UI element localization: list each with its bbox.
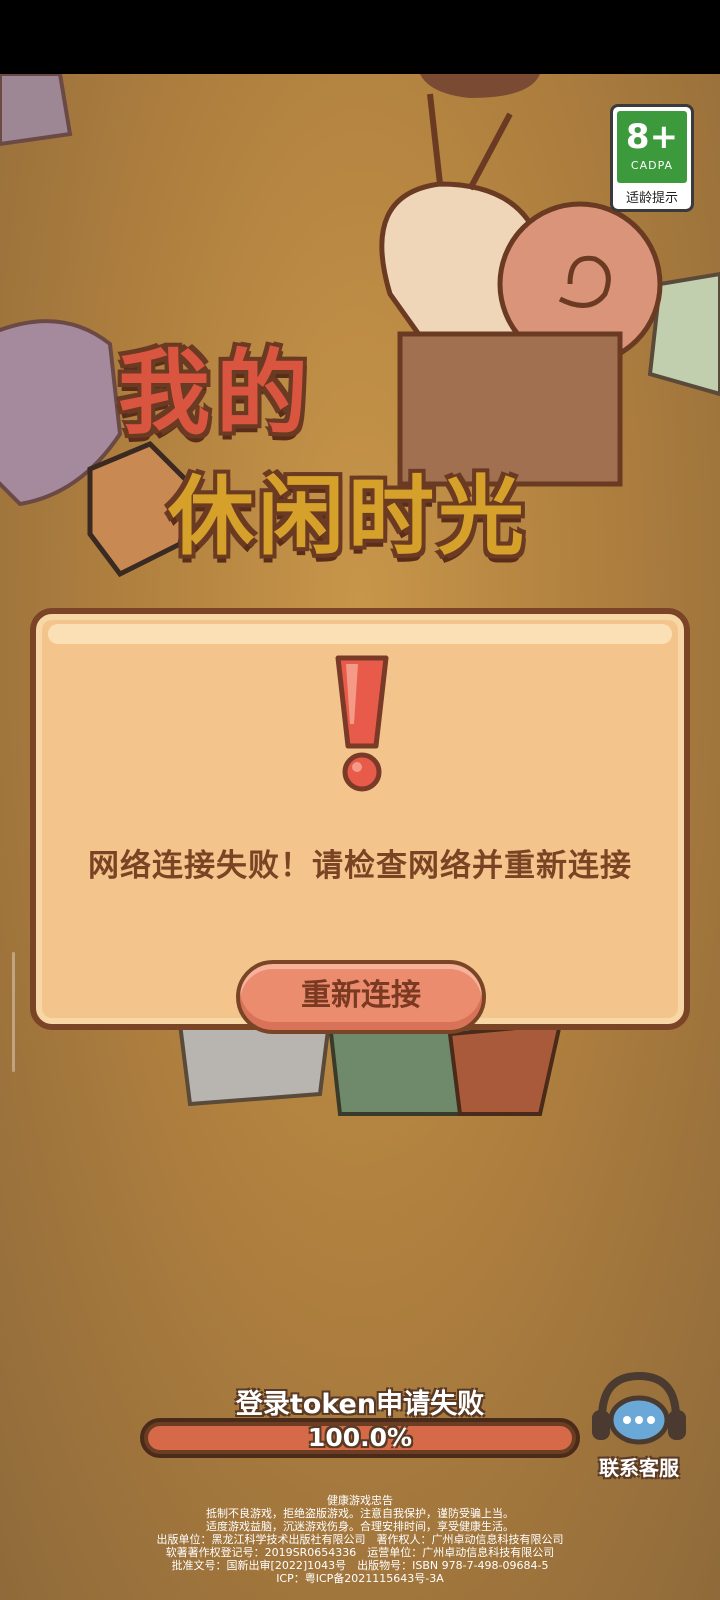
age-rating-org: CADPA xyxy=(630,159,674,172)
legal-line: 软著著作权登记号：2019SR0654336 运营单位：广州卓动信息科技有限公司 xyxy=(165,1546,555,1559)
dialog-highlight xyxy=(48,624,672,644)
game-screen: 我的 休闲时光 8+ CADPA 适龄提示 网络连接失败！请检查网络并重新连接 … xyxy=(0,74,720,1600)
age-rating-box: 8+ CADPA xyxy=(617,111,687,183)
legal-line: 健康游戏忠告 xyxy=(327,1494,393,1507)
loading-progress-bar: 100.0% xyxy=(140,1418,580,1458)
headset-chat-icon xyxy=(592,1371,686,1445)
exclamation-icon xyxy=(335,655,389,792)
age-rating-badge: 8+ CADPA 适龄提示 xyxy=(610,104,694,212)
age-rating-tip: 适龄提示 xyxy=(625,191,678,206)
status-bar xyxy=(0,0,720,74)
reconnect-button[interactable]: 重新连接 xyxy=(236,960,486,1034)
network-error-dialog: 网络连接失败！请检查网络并重新连接 重新连接 xyxy=(30,608,690,1034)
error-message: 网络连接失败！请检查网络并重新连接 xyxy=(88,848,632,884)
legal-line: 批准文号：国新出审[2022]1043号 出版物号：ISBN 978-7-498… xyxy=(171,1559,549,1572)
age-rating-value: 8+ xyxy=(625,117,679,157)
legal-line: 出版单位：黑龙江科学技术出版社有限公司 著作权人：广州卓动信息科技有限公司 xyxy=(156,1533,564,1546)
side-handle xyxy=(12,952,15,1072)
customer-service-label: 联系客服 xyxy=(599,1456,679,1480)
game-logo-line1: 我的 xyxy=(118,340,315,447)
legal-line: 抵制不良游戏，拒绝盗版游戏。注意自我保护，谨防受骗上当。 xyxy=(206,1507,514,1520)
legal-line: ICP：粤ICP备2021115643号-3A xyxy=(276,1572,444,1585)
legal-line: 适度游戏益脑，沉迷游戏伤身。合理安排时间，享受健康生活。 xyxy=(206,1520,514,1533)
loading-progress-text: 100.0% xyxy=(307,1423,413,1452)
legal-notice: 健康游戏忠告 抵制不良游戏，拒绝盗版游戏。注意自我保护，谨防受骗上当。 适度游戏… xyxy=(0,1494,720,1585)
game-logo-line2: 休闲时光 xyxy=(168,467,528,567)
customer-service-button[interactable]: 联系客服 xyxy=(584,1366,694,1486)
